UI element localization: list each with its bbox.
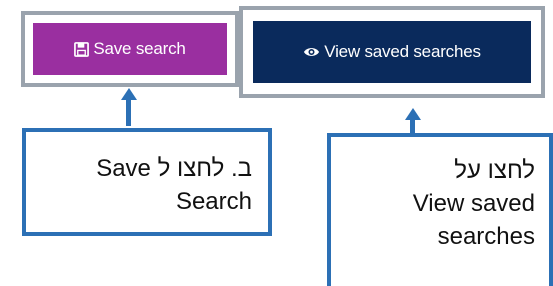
view-saved-searches-label: View saved searches: [324, 42, 481, 61]
floppy-disk-icon: [74, 41, 90, 57]
callout-line-hebrew: לחצו על: [454, 157, 535, 184]
save-search-button-frame: Save search: [21, 11, 239, 87]
callout-text-hebrew: ב. לחצו ל: [157, 155, 252, 182]
save-search-callout: Save ב. לחצו ל Search: [22, 128, 272, 236]
callout-line: View saved: [412, 190, 535, 217]
callout-line: searches: [437, 223, 535, 250]
save-search-label: Save search: [93, 39, 186, 58]
callout-text-english: Save: [96, 155, 151, 182]
eye-icon: [303, 46, 320, 58]
arrow-shaft: [126, 96, 131, 126]
arrow-shaft: [410, 116, 415, 133]
callout-line: Search: [175, 188, 252, 215]
view-saved-searches-callout: לחצו על View saved searches: [327, 133, 553, 286]
save-search-button[interactable]: Save search: [33, 23, 227, 75]
view-saved-searches-button[interactable]: View saved searches: [253, 21, 531, 83]
view-saved-searches-button-frame: View saved searches: [239, 6, 545, 98]
callout-line: Save ב. לחצו ל: [42, 152, 252, 185]
